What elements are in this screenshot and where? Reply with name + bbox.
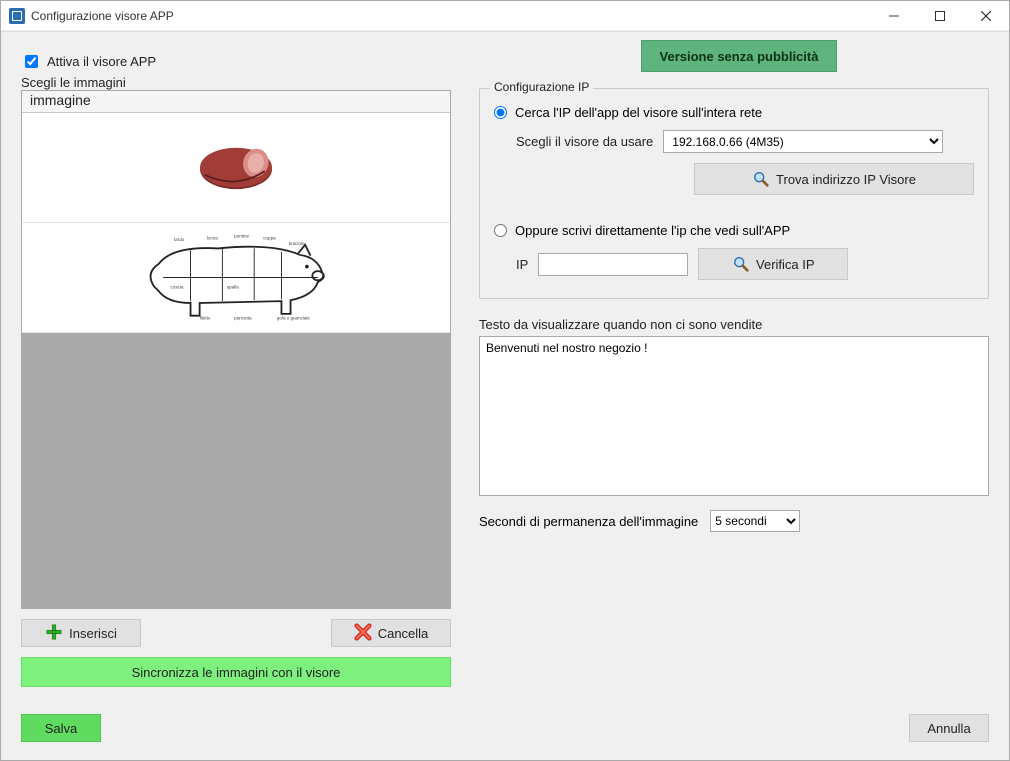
insert-button[interactable]: Inserisci bbox=[21, 619, 141, 647]
delete-label: Cancella bbox=[378, 626, 429, 641]
ip-config-group: Configurazione IP Cerca l'IP dell'app de… bbox=[479, 88, 989, 299]
idle-text-textarea[interactable] bbox=[479, 336, 989, 496]
cancel-label: Annulla bbox=[927, 721, 970, 736]
delete-button[interactable]: Cancella bbox=[331, 619, 451, 647]
svg-text:gola o guanciale: gola o guanciale bbox=[277, 315, 310, 320]
cancel-button[interactable]: Annulla bbox=[909, 714, 989, 742]
delete-x-icon bbox=[354, 623, 372, 644]
titlebar: Configurazione visore APP bbox=[1, 1, 1009, 31]
insert-label: Inserisci bbox=[69, 626, 117, 641]
version-no-ads-button[interactable]: Versione senza pubblicità bbox=[641, 40, 837, 72]
ip-input[interactable] bbox=[538, 253, 688, 276]
search-icon bbox=[752, 170, 770, 188]
images-list-body[interactable]: lardo lonza puntine coppa braciole cosci… bbox=[22, 113, 450, 333]
radio-search-network-row[interactable]: Cerca l'IP dell'app del visore sull'inte… bbox=[494, 105, 974, 120]
ham-image-icon bbox=[191, 140, 281, 195]
radio-search-network[interactable] bbox=[494, 106, 507, 119]
images-list-empty-area bbox=[22, 333, 450, 608]
close-button[interactable] bbox=[963, 1, 1009, 31]
choose-viewer-label: Scegli il visore da usare bbox=[516, 134, 653, 149]
radio-manual-ip[interactable] bbox=[494, 224, 507, 237]
window: Configurazione visore APP Versione senza… bbox=[0, 0, 1010, 761]
save-button[interactable]: Salva bbox=[21, 714, 101, 742]
images-list: immagine bbox=[21, 90, 451, 609]
activate-label: Attiva il visore APP bbox=[47, 54, 156, 69]
right-column: Configurazione IP Cerca l'IP dell'app de… bbox=[479, 52, 989, 687]
verify-ip-button[interactable]: Verifica IP bbox=[698, 248, 848, 280]
search-icon bbox=[732, 255, 750, 273]
sync-button[interactable]: Sincronizza le immagini con il visore bbox=[21, 657, 451, 687]
save-label: Salva bbox=[45, 721, 78, 736]
svg-text:coscia: coscia bbox=[171, 284, 184, 289]
svg-text:braciole: braciole bbox=[289, 241, 305, 246]
choose-images-label: Scegli le immagini bbox=[21, 75, 451, 90]
sync-label: Sincronizza le immagini con il visore bbox=[132, 665, 341, 680]
list-item[interactable]: lardo lonza puntine coppa braciole cosci… bbox=[22, 223, 450, 333]
maximize-button[interactable] bbox=[917, 1, 963, 31]
ip-label: IP bbox=[516, 257, 528, 272]
left-column: Attiva il visore APP Scegli le immagini … bbox=[21, 52, 451, 687]
images-column-header[interactable]: immagine bbox=[22, 91, 450, 113]
plus-icon bbox=[45, 623, 63, 644]
find-ip-label: Trova indirizzo IP Visore bbox=[776, 172, 916, 187]
pig-diagram-icon: lardo lonza puntine coppa braciole cosci… bbox=[136, 230, 336, 325]
svg-text:puntine: puntine bbox=[234, 234, 249, 239]
activate-checkbox[interactable] bbox=[25, 55, 38, 68]
svg-text:spalla: spalla bbox=[227, 284, 239, 289]
main-body: Versione senza pubblicità Attiva il viso… bbox=[1, 31, 1009, 708]
radio-search-label: Cerca l'IP dell'app del visore sull'inte… bbox=[515, 105, 762, 120]
svg-text:filetto: filetto bbox=[200, 315, 211, 320]
seconds-select[interactable]: 5 secondi bbox=[710, 510, 800, 532]
svg-text:lonza: lonza bbox=[207, 235, 218, 240]
find-ip-button[interactable]: Trova indirizzo IP Visore bbox=[694, 163, 974, 195]
minimize-button[interactable] bbox=[871, 1, 917, 31]
verify-ip-label: Verifica IP bbox=[756, 257, 815, 272]
svg-text:pancetta: pancetta bbox=[234, 315, 252, 320]
window-title: Configurazione visore APP bbox=[31, 9, 174, 23]
svg-text:coppa: coppa bbox=[263, 235, 276, 240]
ip-config-title: Configurazione IP bbox=[490, 80, 593, 94]
idle-text-label: Testo da visualizzare quando non ci sono… bbox=[479, 317, 989, 332]
viewer-select[interactable]: 192.168.0.66 (4M35) bbox=[663, 130, 943, 153]
svg-text:lardo: lardo bbox=[174, 237, 185, 242]
seconds-label: Secondi di permanenza dell'immagine bbox=[479, 514, 698, 529]
radio-manual-label: Oppure scrivi direttamente l'ip che vedi… bbox=[515, 223, 790, 238]
activate-checkbox-row[interactable]: Attiva il visore APP bbox=[21, 52, 451, 71]
app-icon bbox=[9, 8, 25, 24]
list-item[interactable] bbox=[22, 113, 450, 223]
radio-manual-ip-row[interactable]: Oppure scrivi direttamente l'ip che vedi… bbox=[494, 223, 974, 238]
footer: Salva Annulla bbox=[1, 708, 1009, 760]
